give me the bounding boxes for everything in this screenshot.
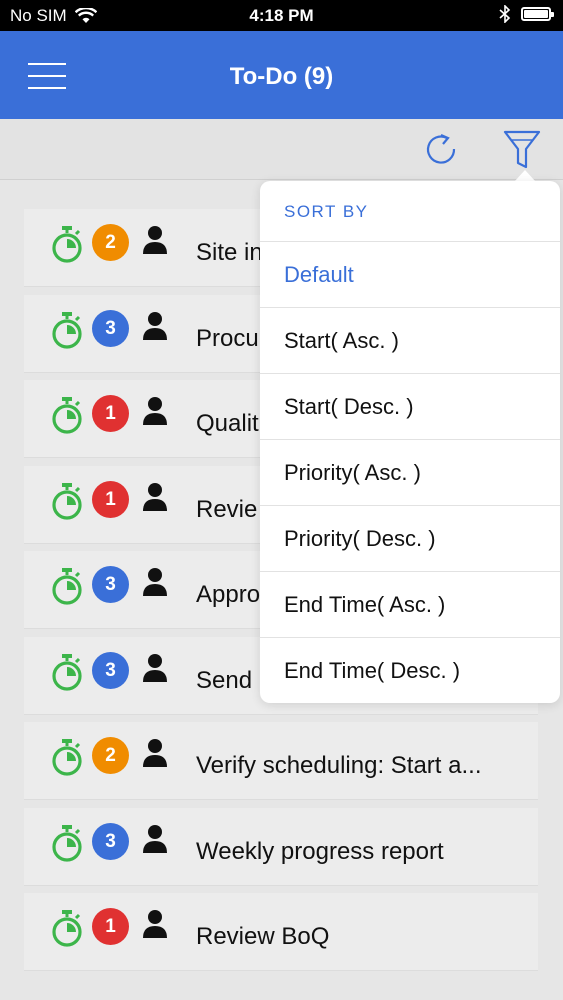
- sort-option[interactable]: Default: [260, 242, 560, 308]
- clock: 4:18 PM: [249, 6, 314, 25]
- filter-icon: [503, 130, 541, 169]
- sort-menu-header: SORT BY: [260, 181, 560, 242]
- stopwatch-icon: [52, 397, 82, 434]
- person-icon: [143, 653, 167, 682]
- sort-option[interactable]: End Time( Desc. ): [260, 638, 560, 703]
- priority-badge: 3: [92, 822, 129, 860]
- sort-option[interactable]: Start( Asc. ): [260, 308, 560, 374]
- priority-badge: 3: [92, 309, 129, 347]
- stopwatch-icon: [52, 653, 82, 691]
- status-bar: No SIM 4:18 PM: [0, 0, 563, 31]
- task-row[interactable]: 2 Verify scheduling: Start a...: [24, 722, 538, 799]
- priority-badge: 2: [92, 224, 129, 261]
- status-right: [499, 5, 554, 23]
- sort-menu: SORT BY Default Start( Asc. ) Start( Desc.…: [260, 181, 560, 703]
- bluetooth-icon: [499, 5, 511, 23]
- sort-option[interactable]: End Time( Asc. ): [260, 572, 560, 638]
- task-title: Review BoQ: [196, 923, 330, 950]
- stopwatch-icon: [52, 568, 82, 605]
- battery-level: [524, 10, 548, 18]
- sort-option[interactable]: Start( Desc. ): [260, 374, 560, 440]
- sort-option[interactable]: Priority( Asc. ): [260, 440, 560, 506]
- filter-button[interactable]: [502, 129, 542, 169]
- person-icon: [143, 910, 167, 938]
- person-icon: [143, 482, 167, 511]
- task-title: Verify scheduling: Start a...: [196, 752, 482, 779]
- page-title: To-Do (9): [229, 63, 334, 90]
- person-icon: [143, 311, 167, 340]
- refresh-icon: [426, 133, 456, 164]
- navigation-bar: To-Do (9): [0, 31, 563, 119]
- stopwatch-icon: [52, 910, 82, 947]
- stopwatch-icon: [52, 311, 82, 349]
- priority-badge: 3: [92, 651, 129, 689]
- person-icon: [143, 568, 167, 596]
- person-icon: [143, 397, 167, 425]
- person-icon: [143, 824, 167, 853]
- priority-badge: 1: [92, 908, 129, 945]
- refresh-button[interactable]: [421, 129, 461, 169]
- task-row[interactable]: 3 Weekly progress report: [24, 807, 538, 885]
- priority-badge: 1: [92, 395, 129, 432]
- priority-badge: 3: [92, 566, 129, 603]
- stopwatch-icon: [52, 482, 82, 520]
- stopwatch-icon: [52, 824, 82, 862]
- task-title: Weekly progress report: [196, 837, 444, 865]
- priority-badge: 2: [92, 737, 129, 774]
- toolbar: [0, 119, 563, 180]
- sort-option[interactable]: Priority( Desc. ): [260, 506, 560, 572]
- battery-icon: [521, 7, 554, 21]
- task-row[interactable]: 1 Review BoQ: [24, 893, 538, 970]
- person-icon: [143, 226, 167, 254]
- stopwatch-icon: [52, 226, 82, 263]
- priority-badge: 1: [92, 480, 129, 518]
- stopwatch-icon: [52, 739, 82, 776]
- person-icon: [143, 739, 167, 767]
